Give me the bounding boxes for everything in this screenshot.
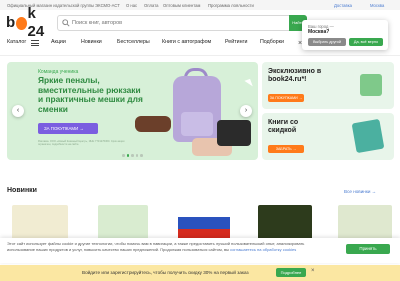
all-new-link[interactable]: Все новинки → — [344, 189, 376, 194]
promo-text: Войдите или зарегистрируйтесь, чтобы пол… — [82, 270, 249, 275]
nav-item-sales[interactable]: Акции — [51, 39, 66, 45]
side-banner-button[interactable]: ЗА ПОКУПКАМИ → — [268, 94, 304, 102]
logo-text-left: b — [6, 14, 15, 31]
link-payment[interactable]: Оплата — [144, 3, 158, 8]
nav-item-new[interactable]: Новинки — [81, 39, 102, 45]
side-banner-button[interactable]: ЗАБРАТЬ → — [268, 145, 304, 153]
header-divider — [0, 55, 400, 56]
side-banner-exclusive[interactable]: Эксклюзивно в book24.ru*! ЗА ПОКУПКАМИ → — [262, 62, 394, 109]
nav-item-ratings[interactable]: Рейтинги — [225, 39, 247, 45]
promo-details-button[interactable]: Подробнее — [276, 268, 306, 277]
city-name: Москва? — [308, 29, 330, 35]
pagination-dot[interactable] — [126, 154, 129, 157]
book-cover[interactable] — [338, 205, 392, 241]
cookie-text: Этот сайт использует файлы cookie и друг… — [7, 241, 327, 253]
link-wholesale[interactable]: Оптовым клиентам — [163, 3, 200, 8]
pagination-dot[interactable] — [131, 154, 134, 157]
top-info-bar: Официальный магазин издательской группы … — [0, 0, 400, 10]
banner-legal-text: Реклама. ООО «Новый Книжный Центр», ИНН … — [38, 140, 125, 147]
menu-icon[interactable] — [31, 40, 39, 46]
backpack-pocket-image — [181, 112, 213, 136]
section-title-new: Новинки — [7, 187, 37, 194]
nav-item-autograph[interactable]: Книги с автографом — [162, 39, 211, 45]
nav-item-collections[interactable]: Подборки — [260, 39, 284, 45]
logo-circle — [15, 16, 27, 30]
banner-headline: Яркие пеналы, вместительные рюкзаки и пр… — [38, 75, 143, 114]
promo-close-icon[interactable]: × — [311, 268, 315, 274]
link-loyalty[interactable]: Программа лояльности — [208, 3, 254, 8]
banner-cta-button[interactable]: ЗА ПОКУПКАМИ → — [38, 123, 98, 134]
cookie-banner: Этот сайт использует файлы cookie и друг… — [0, 238, 400, 263]
banner-next-button[interactable]: › — [240, 105, 252, 117]
close-icon[interactable]: × — [296, 40, 304, 48]
link-delivery[interactable]: Доставка — [334, 3, 352, 8]
search-input[interactable] — [72, 17, 272, 29]
book-cover[interactable] — [12, 205, 68, 241]
paper-plane-icon — [231, 78, 253, 94]
book-cover[interactable] — [258, 205, 312, 241]
books-icon — [351, 118, 385, 154]
pagination-dot[interactable] — [140, 154, 143, 157]
logo-text-right: k 24 — [27, 5, 45, 40]
logo[interactable]: b k 24 — [6, 5, 52, 40]
nav-item-bestsellers[interactable]: Бестселлеры — [117, 39, 150, 45]
pagination-dot[interactable] — [122, 154, 125, 157]
banner-prev-button[interactable]: ‹ — [12, 105, 24, 117]
side-banner-title: Книги со скидкой — [268, 119, 299, 134]
pencil-case-image — [135, 116, 171, 132]
catalog-button[interactable]: Каталог — [7, 39, 26, 45]
side-banner-discount[interactable]: Книги со скидкой ЗАБРАТЬ → — [262, 113, 394, 160]
page: Официальный магазин издательской группы … — [0, 0, 400, 281]
promo-bar: Войдите или зарегистрируйтесь, чтобы пол… — [0, 265, 400, 281]
side-banner-title: Эксклюзивно в book24.ru*! — [268, 68, 322, 83]
city-selector[interactable]: Москва — [370, 3, 384, 8]
city-confirm-popup: Ваш город — Москва? Выбрать другой Да, в… — [302, 20, 388, 50]
search-box — [57, 15, 307, 31]
link-about[interactable]: О нас — [126, 3, 137, 8]
store-info-text: Официальный магазин издательской группы … — [7, 3, 120, 8]
pillow-image — [217, 120, 251, 146]
choose-other-city-button[interactable]: Выбрать другой — [308, 38, 346, 46]
book-cover[interactable] — [98, 205, 148, 241]
cookie-policy-link[interactable]: соглашаетесь на обработку cookies — [230, 247, 296, 252]
pagination-dot[interactable] — [135, 154, 138, 157]
banner-pagination — [122, 154, 143, 157]
book-cover[interactable] — [178, 205, 230, 241]
confirm-city-button[interactable]: Да, всё верно — [349, 38, 383, 46]
cookie-accept-button[interactable]: Принять — [346, 244, 390, 254]
main-banner[interactable]: Команда ученика Яркие пеналы, вместитель… — [7, 62, 258, 160]
gift-icon — [360, 74, 382, 96]
search-icon — [62, 19, 70, 27]
